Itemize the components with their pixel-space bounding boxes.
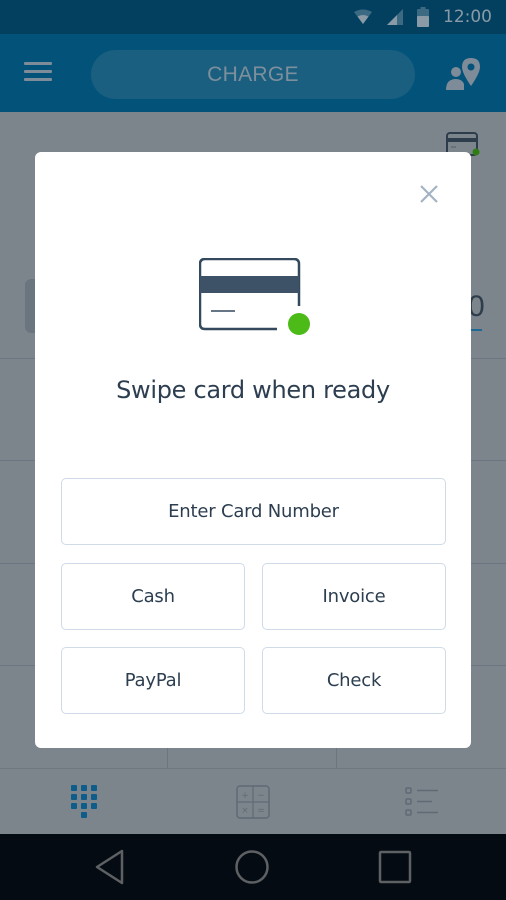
check-button[interactable]: Check: [262, 647, 446, 714]
enter-card-number-button[interactable]: Enter Card Number: [61, 478, 446, 545]
bottom-tab-bar: + − × =: [0, 768, 506, 834]
charge-button[interactable]: CHARGE: [91, 50, 415, 99]
tab-items-list[interactable]: [338, 769, 506, 835]
credit-card-swipe-icon: [199, 258, 310, 335]
wifi-icon: [354, 9, 372, 24]
hamburger-menu-icon[interactable]: [24, 62, 52, 84]
divider: [336, 748, 337, 768]
system-nav-bar: [0, 834, 506, 900]
customer-location-icon[interactable]: [444, 56, 484, 92]
home-icon: [235, 850, 269, 884]
battery-icon: [417, 7, 429, 27]
home-button[interactable]: [212, 834, 292, 900]
keypad-icon: [71, 785, 97, 818]
dialog-title: Swipe card when ready: [116, 376, 390, 404]
tab-keypad[interactable]: [0, 769, 168, 835]
recents-button[interactable]: [355, 834, 435, 900]
calculator-icon: + − × =: [236, 785, 270, 819]
paypal-button[interactable]: PayPal: [61, 647, 245, 714]
close-icon[interactable]: [415, 180, 443, 208]
back-button[interactable]: [70, 834, 150, 900]
tab-calculator[interactable]: + − × =: [169, 769, 337, 835]
svg-text:+: +: [241, 791, 249, 801]
invoice-button[interactable]: Invoice: [262, 563, 446, 630]
clock: 12:00: [443, 7, 492, 27]
svg-text:−: −: [257, 791, 265, 801]
divider: [167, 748, 168, 768]
app-header: CHARGE: [0, 34, 506, 112]
svg-text:=: =: [257, 806, 265, 816]
back-icon: [95, 849, 124, 885]
payment-method-dialog: Swipe card when ready Enter Card Number …: [35, 152, 471, 748]
cash-button[interactable]: Cash: [61, 563, 245, 630]
recents-icon: [378, 850, 412, 884]
list-icon: [405, 787, 438, 816]
status-bar: 12:00: [0, 0, 506, 34]
signal-icon: [387, 9, 403, 25]
svg-text:×: ×: [241, 806, 249, 816]
